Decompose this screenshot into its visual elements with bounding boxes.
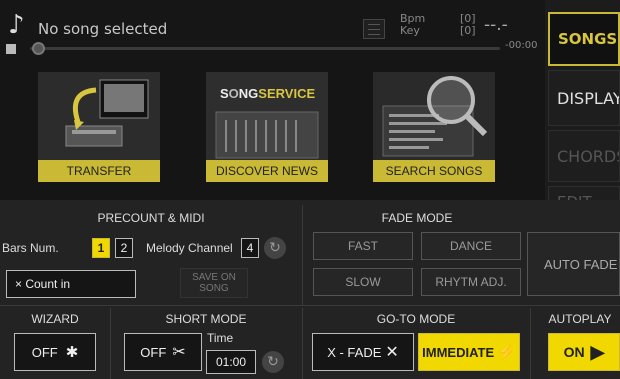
wizard-toggle[interactable]: OFF ✱ (14, 333, 96, 371)
time-value[interactable]: 01:00 (206, 350, 256, 374)
songservice-logo: SONGSERVICE (220, 86, 315, 101)
key-label: Key (400, 24, 420, 37)
sidebar-item-songs[interactable]: SONGS (548, 12, 620, 66)
fade-dance-button[interactable]: DANCE (421, 232, 521, 260)
remaining-time: -00:00 (505, 40, 538, 51)
magic-wand-icon: ✱ (65, 344, 79, 361)
transfer-label: TRANSFER (38, 160, 160, 182)
short-mode-state: OFF (140, 344, 167, 360)
fade-rhythm-adj-button[interactable]: RHYTM ADJ. (421, 268, 521, 296)
sidebar-item-chords[interactable]: CHORDS (548, 130, 620, 182)
bars-option-2[interactable]: 2 (115, 238, 133, 258)
music-note-icon: ♪ (8, 10, 25, 40)
discover-news-tile[interactable]: SONGSERVICE DISCOVER NEWS (206, 72, 328, 182)
progress-track[interactable] (30, 47, 500, 50)
lightning-icon: ⚡ (497, 344, 516, 361)
auto-fade-button[interactable]: AUTO FADE (527, 232, 620, 296)
search-image (373, 72, 495, 162)
autoplay-state: ON (563, 344, 585, 360)
discover-label: DISCOVER NEWS (206, 160, 328, 182)
xfade-label: X - FADE (327, 344, 382, 360)
precount-header: PRECOUNT & MIDI (97, 211, 205, 225)
goto-mode-header: GO-TO MODE (376, 312, 456, 326)
time-label: Time (207, 331, 234, 345)
melody-channel-label: Melody Channel (146, 241, 233, 255)
key-value: [0] (460, 24, 476, 37)
tempo-display: --.- (484, 15, 508, 35)
xfade-button[interactable]: X - FADE ✕ (312, 333, 414, 371)
sidebar-item-display[interactable]: DISPLAY (548, 70, 620, 126)
song-title: No song selected (38, 20, 168, 38)
short-mode-header: SHORT MODE (165, 312, 247, 326)
divider (0, 305, 620, 306)
play-icon: ▶ (590, 341, 605, 362)
transfer-image (38, 72, 160, 162)
count-in-button[interactable]: × Count in (6, 270, 136, 298)
reset-icon[interactable]: ↻ (264, 237, 286, 259)
scissors-icon: ✂ (172, 344, 186, 361)
wizard-header: WIZARD (31, 312, 79, 326)
wizard-state: OFF (31, 344, 58, 360)
search-label: SEARCH SONGS (373, 160, 495, 182)
fade-slow-button[interactable]: SLOW (313, 268, 413, 296)
short-mode-toggle[interactable]: OFF ✂ (124, 333, 202, 371)
save-on-song-button[interactable]: SAVE ON SONG (180, 268, 248, 298)
search-songs-tile[interactable]: SEARCH SONGS (373, 72, 495, 182)
fade-fast-button[interactable]: FAST (313, 232, 413, 260)
stop-icon[interactable] (6, 44, 16, 54)
progress-handle[interactable] (32, 42, 45, 55)
autoplay-toggle[interactable]: ON ▶ (548, 333, 620, 371)
crossfade-icon: ✕ (385, 344, 399, 361)
bars-option-1[interactable]: 1 (92, 238, 110, 258)
transfer-tile[interactable]: TRANSFER (38, 72, 160, 182)
fade-mode-header: FADE MODE (381, 211, 453, 225)
autoplay-header: AUTOPLAY (548, 312, 612, 326)
bars-label: Bars Num. (2, 241, 59, 255)
immediate-button[interactable]: IMMEDIATE ⚡ (418, 333, 520, 371)
reset-icon[interactable]: ↻ (262, 351, 284, 373)
playlist-icon[interactable] (363, 19, 385, 39)
melody-channel-value[interactable]: 4 (241, 238, 259, 258)
discover-image: SONGSERVICE (206, 72, 328, 162)
immediate-label: IMMEDIATE (422, 344, 495, 360)
